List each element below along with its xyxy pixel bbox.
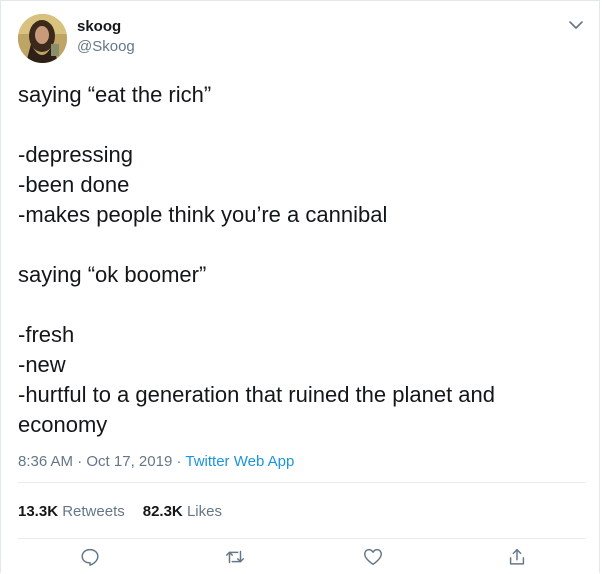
tweet-time[interactable]: 8:36 AM [18,453,73,470]
tweet-line: -been done [18,172,130,197]
user-handle[interactable]: @Skoog [77,38,135,55]
share-icon [506,546,528,573]
tweet-line: saying “ok boomer” [18,262,207,287]
likes-label: Likes [186,503,222,520]
display-name[interactable]: skoog [77,18,121,35]
tweet-text: saying “eat the rich” -depressing -been … [18,80,578,440]
tweet-date[interactable]: Oct 17, 2019 [86,453,172,470]
retweet-button[interactable] [222,546,248,572]
retweets-count: 13.3K [18,503,59,520]
tweet-card: skoog @Skoog saying “eat the rich” -depr… [0,0,600,573]
heart-icon [362,546,384,573]
share-button[interactable] [504,546,530,572]
retweets-stat[interactable]: 13.3K Retweets [18,503,125,520]
reply-icon [79,546,101,573]
chevron-down-icon[interactable] [566,15,586,35]
tweet-line: economy [18,412,108,437]
meta-separator: · [77,453,83,470]
tweet-line: -hurtful to a generation that ruined the… [18,382,496,407]
tweet-line: -fresh [18,322,75,347]
source-app-link[interactable]: Twitter Web App [185,453,294,470]
tweet-line: saying “eat the rich” [18,82,212,107]
reply-button[interactable] [77,546,103,572]
retweet-icon [224,546,246,573]
likes-count: 82.3K [142,503,183,520]
avatar[interactable] [18,14,67,63]
tweet-stats: 13.3K Retweets 82.3K Likes [18,503,222,520]
meta-separator: · [176,453,182,470]
divider [18,482,586,483]
likes-stat[interactable]: 82.3K Likes [143,503,222,520]
tweet-line: -makes people think you’re a cannibal [18,202,388,227]
tweet-line: -new [18,352,66,377]
divider [18,538,586,539]
tweet-meta: 8:36 AM · Oct 17, 2019 · Twitter Web App [18,453,294,470]
like-button[interactable] [360,546,386,572]
tweet-line: -depressing [18,142,133,167]
retweets-label: Retweets [62,503,125,520]
